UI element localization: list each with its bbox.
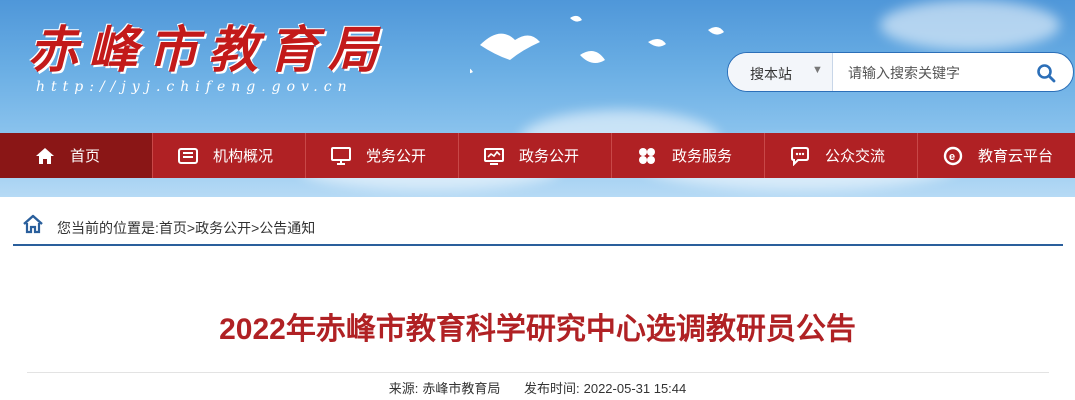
nav-item-government-services[interactable]: 政务服务 [612, 133, 765, 178]
nav-item-government-affairs[interactable]: 政务公开 [459, 133, 612, 178]
monitor-icon [330, 146, 352, 166]
breadcrumb-text: 您当前的位置是:首页>政务公开>公告通知 [57, 220, 316, 236]
nav-item-home[interactable]: 首页 [0, 133, 153, 178]
nav-item-label: 政务公开 [519, 148, 580, 165]
nav-item-education-cloud[interactable]: e 教育云平台 [918, 133, 1075, 178]
date-value: 2022-05-31 15:44 [583, 381, 687, 396]
site-logo[interactable]: 赤峰市教育局 [28, 20, 388, 80]
doves-decoration [470, 15, 724, 74]
breadcrumb: 您当前的位置是:首页>政务公开>公告通知 [13, 208, 1063, 246]
home-icon [34, 146, 56, 166]
chat-icon [789, 146, 811, 166]
nav-item-party-affairs[interactable]: 党务公开 [306, 133, 459, 178]
search-bar: 搜本站 ▼ [727, 52, 1074, 92]
building-icon [177, 146, 199, 166]
nav-item-label: 党务公开 [366, 148, 427, 165]
main-nav: 首页 机构概况 党务公开 政务公开 政务服务 公众交流 e 教育云平台 [0, 133, 1075, 178]
search-input[interactable] [838, 54, 1040, 92]
cloud-decoration [880, 0, 1060, 50]
nav-item-label: 政务服务 [672, 148, 733, 165]
cloud-icon: e [942, 146, 964, 166]
screen-icon [483, 146, 505, 166]
logo-url: http://jyj.chifeng.gov.cn [36, 79, 353, 95]
search-scope-label: 搜本站 [750, 66, 792, 82]
source-label: 来源: [388, 381, 419, 396]
nav-item-public-communication[interactable]: 公众交流 [765, 133, 918, 178]
chevron-down-icon: ▼ [812, 64, 823, 76]
search-scope-select[interactable]: 搜本站 ▼ [728, 53, 833, 91]
nav-item-label: 教育云平台 [978, 148, 1054, 165]
logo-text: 赤峰市教育局 [28, 20, 388, 79]
home-icon [23, 214, 43, 234]
nav-item-label: 机构概况 [213, 148, 274, 165]
divider [27, 372, 1049, 373]
nav-item-label: 公众交流 [825, 148, 886, 165]
grid-icon [636, 146, 658, 166]
search-icon[interactable] [1034, 61, 1058, 85]
date-label: 发布时间: [523, 381, 580, 396]
nav-item-label: 首页 [70, 148, 101, 165]
nav-item-institution[interactable]: 机构概况 [153, 133, 306, 178]
svg-text:e: e [949, 151, 955, 163]
article-meta: 来源: 赤峰市教育局 发布时间: 2022-05-31 15:44 [0, 378, 1075, 397]
source-value: 赤峰市教育局 [422, 381, 501, 396]
article-title: 2022年赤峰市教育科学研究中心选调教研员公告 [219, 313, 856, 346]
